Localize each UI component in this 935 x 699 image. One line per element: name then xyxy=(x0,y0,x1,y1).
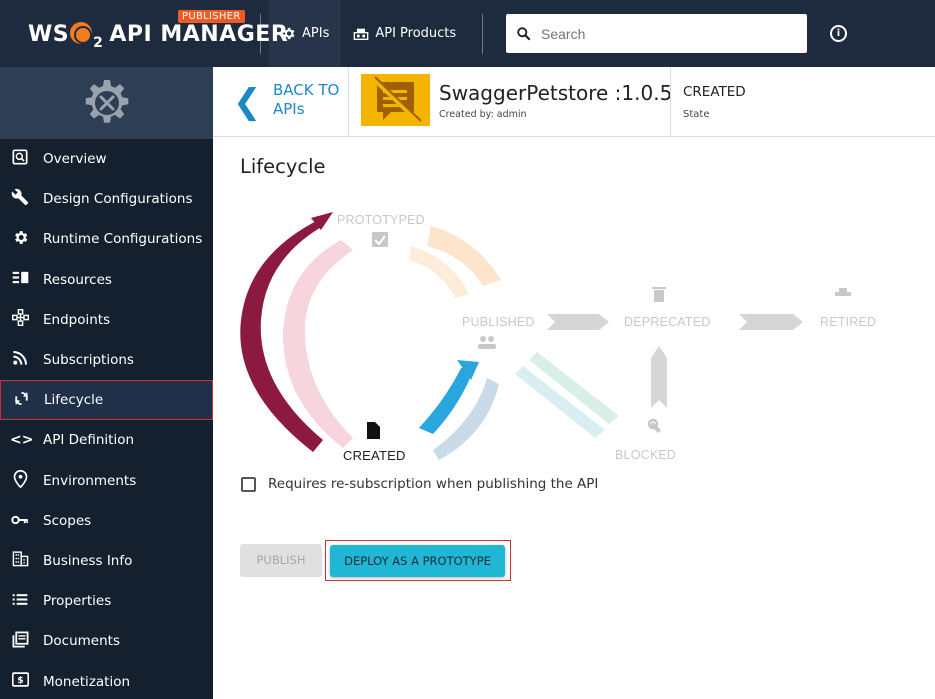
sidebar-item-subscriptions[interactable]: Subscriptions xyxy=(0,340,213,380)
sidebar-item-documents[interactable]: Documents xyxy=(0,621,213,661)
sidebar-item-design-configurations[interactable]: Design Configurations xyxy=(0,179,213,219)
search-box[interactable] xyxy=(506,14,807,53)
sidebar-item-label: Runtime Configurations xyxy=(43,231,203,248)
sidebar-item-properties[interactable]: Properties xyxy=(0,581,213,621)
sidebar-item-label: Endpoints xyxy=(43,311,111,328)
retired-icon xyxy=(835,288,851,296)
cycle-icon xyxy=(11,390,31,411)
created-icon xyxy=(367,422,380,439)
settings-gear-icon xyxy=(85,80,128,123)
location-icon xyxy=(10,469,30,492)
resubscription-label: Requires re-subscription when publishing… xyxy=(268,476,599,492)
stage-published[interactable]: PUBLISHED xyxy=(462,315,535,329)
brand-wordmark: WS 2 API MANAGER xyxy=(28,22,289,51)
sidebar-item-api-definition[interactable]: <> API Definition xyxy=(0,420,213,460)
sidebar-item-label: Environments xyxy=(43,472,137,489)
arrow-prototyped-to-published xyxy=(427,226,501,286)
gear-icon xyxy=(10,229,30,250)
back-to-apis-link[interactable]: ❮ BACK TO APIs xyxy=(213,67,349,137)
state-box: CREATED State xyxy=(670,67,746,137)
building-icon xyxy=(10,550,30,571)
deploy-as-prototype-button[interactable]: DEPLOY AS A PROTOTYPE xyxy=(330,545,505,577)
sidebar-item-label: Business Info xyxy=(43,552,133,569)
back-link-line2: APIs xyxy=(273,100,305,118)
state-value: CREATED xyxy=(683,84,746,100)
arrow-published-to-deprecated xyxy=(547,314,609,330)
sidebar-item-label: Lifecycle xyxy=(44,392,104,409)
nav-apis-label: APIs xyxy=(302,26,330,41)
api-name: SwaggerPetstore :1.0.5 xyxy=(439,81,673,105)
sidebar-item-monetization[interactable]: $ Monetization xyxy=(0,661,213,699)
sidebar-item-lifecycle[interactable]: Lifecycle xyxy=(0,380,213,421)
prototyped-icon xyxy=(372,232,388,247)
state-label: State xyxy=(683,109,710,120)
back-link-line1: BACK TO xyxy=(273,81,340,99)
sidebar-item-label: Resources xyxy=(43,271,112,288)
sidebar-item-environments[interactable]: Environments xyxy=(0,461,213,501)
page-title: Lifecycle xyxy=(240,155,326,178)
brand-logo[interactable]: WS 2 API MANAGER PUBLISHER xyxy=(0,0,288,67)
list-icon xyxy=(10,592,30,610)
sidebar-header xyxy=(0,67,213,139)
wrench-icon xyxy=(10,188,30,210)
money-icon: $ xyxy=(10,672,30,691)
api-created-by: Created by: admin xyxy=(439,109,527,120)
nav-api-products-label: API Products xyxy=(375,26,457,41)
publish-button[interactable]: PUBLISH xyxy=(240,544,322,577)
info-icon[interactable]: i xyxy=(830,25,847,42)
sidebar-item-label: Design Configurations xyxy=(43,191,193,208)
documents-icon xyxy=(10,631,30,652)
published-icon xyxy=(478,336,496,349)
publisher-badge: PUBLISHER xyxy=(178,10,245,23)
arrow-blocked-to-deprecated xyxy=(651,346,667,408)
endpoints-icon xyxy=(10,309,30,330)
lifecycle-diagram: PROTOTYPED PUBLISHED DEPRECATED RETIRED … xyxy=(213,190,935,470)
back-link-text: BACK TO APIs xyxy=(273,81,339,119)
sidebar-item-label: Scopes xyxy=(43,512,92,529)
chevron-left-icon: ❮ xyxy=(233,82,262,122)
svg-text:$: $ xyxy=(17,675,23,686)
stage-retired[interactable]: RETIRED xyxy=(820,315,876,329)
sidebar-item-scopes[interactable]: Scopes xyxy=(0,501,213,541)
products-icon xyxy=(354,28,369,40)
code-icon: <> xyxy=(10,432,34,449)
api-thumbnail-icon xyxy=(371,76,422,124)
blocked-icon xyxy=(647,418,661,433)
resubscription-checkbox-row[interactable]: Requires re-subscription when publishing… xyxy=(241,476,598,492)
o2-logo-icon xyxy=(70,22,93,44)
sidebar-item-runtime-configurations[interactable]: Runtime Configurations xyxy=(0,219,213,259)
nav-api-products[interactable]: API Products xyxy=(341,0,468,67)
resubscription-checkbox[interactable] xyxy=(241,476,256,492)
api-thumbnail xyxy=(361,74,430,126)
sidebar-item-label: Overview xyxy=(43,151,107,168)
deprecated-icon xyxy=(652,287,666,302)
sidebar-item-label: Subscriptions xyxy=(43,352,134,369)
sidebar-item-label: Documents xyxy=(43,633,120,650)
api-header: ❮ BACK TO APIs SwaggerPetstore :1.0.5 Cr… xyxy=(213,67,935,137)
sidebar-item-business-info[interactable]: Business Info xyxy=(0,541,213,581)
arrow-deprecated-to-retired xyxy=(739,314,803,330)
sidebar-item-resources[interactable]: Resources xyxy=(0,260,213,300)
resources-icon xyxy=(10,270,30,289)
stage-created[interactable]: CREATED xyxy=(343,448,406,463)
key-icon xyxy=(10,512,30,530)
search-icon xyxy=(517,27,531,41)
stage-deprecated[interactable]: DEPRECATED xyxy=(624,315,711,329)
sidebar-item-overview[interactable]: Overview xyxy=(0,139,213,179)
sidebar: Overview Design Configurations Runtime C… xyxy=(0,67,213,699)
lifecycle-arrows xyxy=(240,212,851,460)
sidebar-item-label: Properties xyxy=(43,593,112,610)
sidebar-item-endpoints[interactable]: Endpoints xyxy=(0,300,213,340)
stage-blocked[interactable]: BLOCKED xyxy=(615,448,676,462)
rss-icon xyxy=(10,350,30,370)
overview-icon xyxy=(10,149,30,169)
sidebar-item-label: API Definition xyxy=(43,432,135,449)
topbar-divider-2 xyxy=(482,13,484,54)
sidebar-item-label: Monetization xyxy=(43,673,131,690)
search-input[interactable] xyxy=(541,25,781,42)
stage-prototyped[interactable]: PROTOTYPED xyxy=(337,213,425,227)
